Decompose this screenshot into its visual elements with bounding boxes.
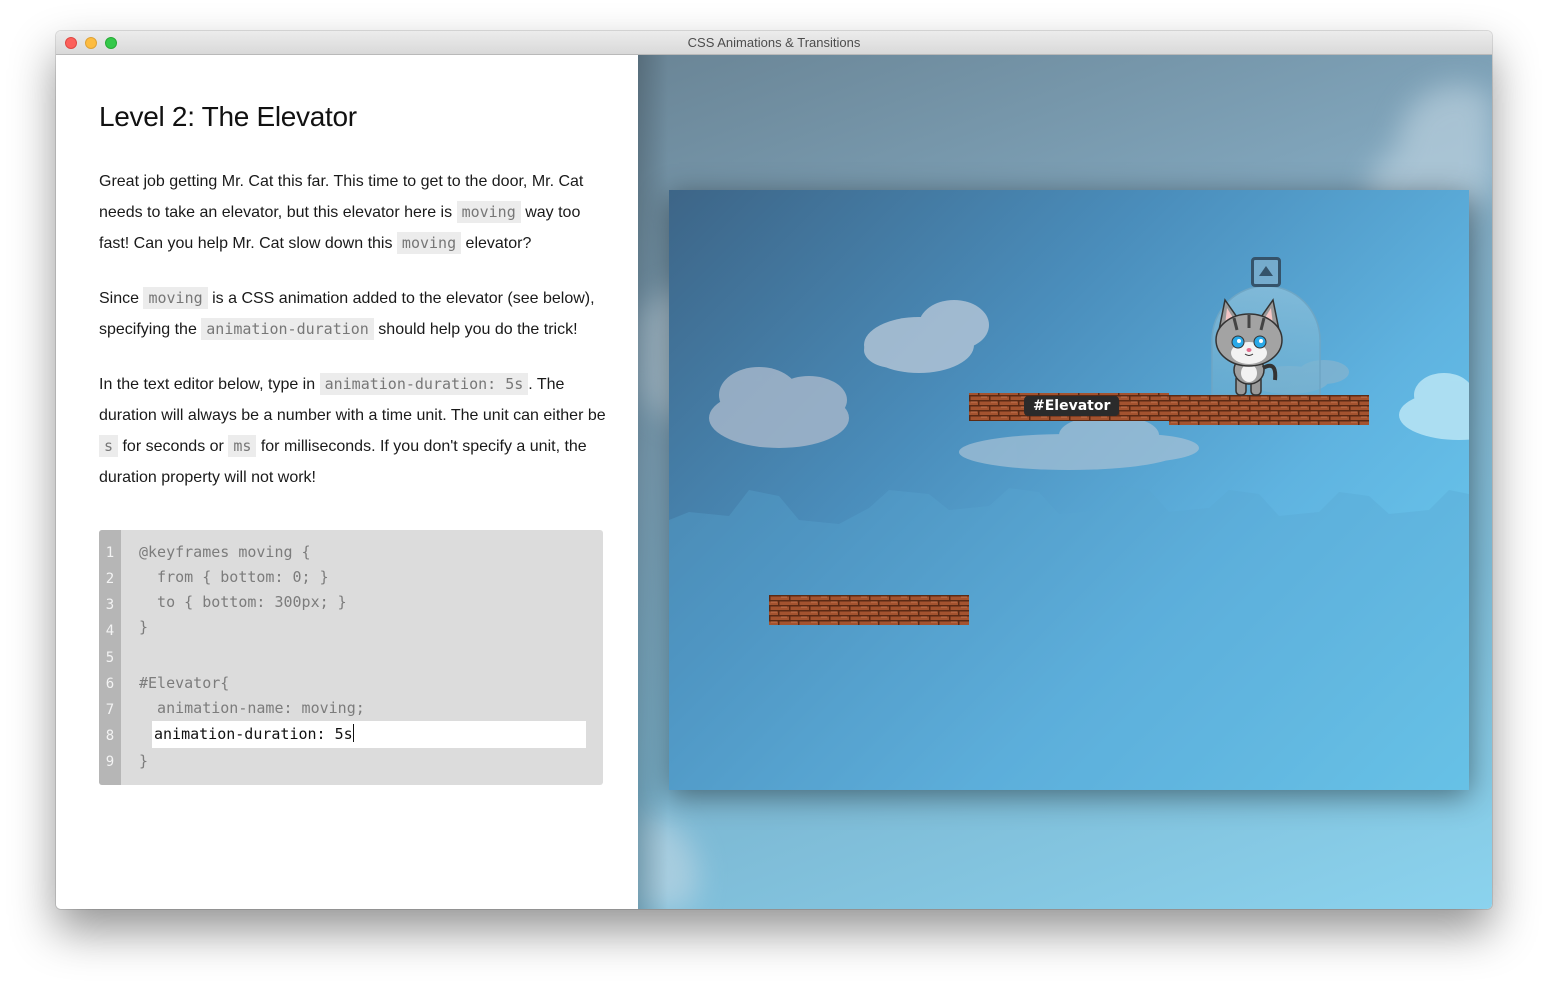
game-scene xyxy=(669,285,1469,790)
code-line: } xyxy=(139,618,149,636)
inline-code: animation-duration xyxy=(201,318,374,340)
brick-platform xyxy=(1169,395,1369,425)
inline-code: animation-duration: 5s xyxy=(319,373,529,395)
line-number: 4 xyxy=(105,623,115,639)
line-number: 2 xyxy=(105,571,115,587)
text: Since xyxy=(99,290,144,307)
code-line: from { bottom: 0; } xyxy=(139,568,329,586)
line-number: 7 xyxy=(105,702,115,718)
inline-code: moving xyxy=(396,232,462,254)
code-line: @keyframes moving { xyxy=(139,543,311,561)
level-title: Level 2: The Elevator xyxy=(99,101,357,132)
line-number: 6 xyxy=(105,676,115,692)
inline-code: moving xyxy=(143,287,208,309)
line-number: 9 xyxy=(105,754,115,770)
text: In the text editor below, type in xyxy=(99,376,320,393)
line-number: 5 xyxy=(105,650,115,666)
brick-platform xyxy=(769,595,969,625)
up-arrow-icon xyxy=(1251,257,1281,287)
panel-edge-shadow xyxy=(638,55,668,909)
game-stage: #Elevator xyxy=(669,190,1469,790)
code-line: #Elevator{ xyxy=(139,674,230,692)
line-number: 8 xyxy=(105,728,115,744)
instruction-paragraph-3: In the text editor below, type in animat… xyxy=(99,369,609,493)
code-line: } xyxy=(139,752,149,770)
code-editor: 1 2 3 4 5 6 7 8 9 @keyframes moving { fr… xyxy=(99,530,603,785)
line-number: 3 xyxy=(105,597,115,613)
text-caret xyxy=(352,724,354,742)
text: should help you do the trick! xyxy=(373,321,578,338)
cloud xyxy=(709,367,849,448)
css-input-value: animation-duration: 5s xyxy=(154,725,353,743)
line-number-gutter: 1 2 3 4 5 6 7 8 9 xyxy=(99,530,121,785)
cloud xyxy=(959,415,1199,470)
code-line: to { bottom: 300px; } xyxy=(139,593,347,611)
city-silhouette xyxy=(669,486,1469,790)
app-window: CSS Animations & Transitions Level 2: Th… xyxy=(56,31,1492,909)
instruction-paragraph-2: Since moving is a CSS animation added to… xyxy=(99,283,609,345)
line-number: 1 xyxy=(105,545,115,561)
inline-code: s xyxy=(99,435,119,457)
css-input-field[interactable]: animation-duration: 5s xyxy=(152,721,586,748)
text: for seconds or xyxy=(118,438,229,455)
title-bar: CSS Animations & Transitions xyxy=(56,31,1492,55)
cloud xyxy=(864,300,989,373)
instruction-paragraph-1: Great job getting Mr. Cat this far. This… xyxy=(99,166,609,259)
cloud xyxy=(1399,373,1469,440)
inline-code: ms xyxy=(228,435,257,457)
code-line: animation-name: moving; xyxy=(139,699,365,717)
up-arrow-glyph xyxy=(1259,266,1273,276)
lesson-panel: Level 2: The Elevator Great job getting … xyxy=(56,55,638,909)
window-title: CSS Animations & Transitions xyxy=(687,35,861,50)
game-panel: #Elevator xyxy=(638,55,1492,909)
elevator-label: #Elevator xyxy=(1024,396,1120,416)
inline-code: moving xyxy=(456,201,521,223)
text: elevator? xyxy=(461,235,532,252)
